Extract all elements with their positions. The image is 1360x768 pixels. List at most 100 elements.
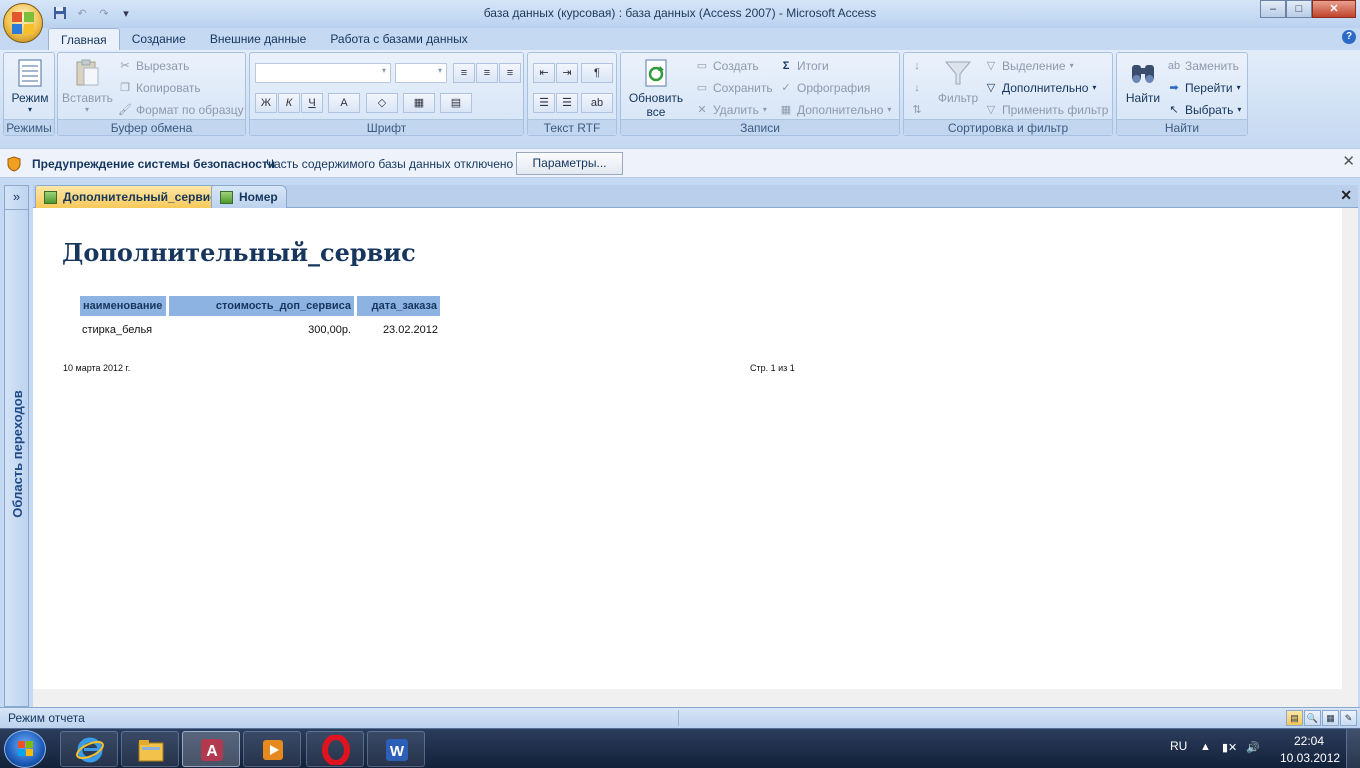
refresh-label-1: Обновить — [628, 91, 684, 105]
group-find: Найти ab Заменить ➡ Перейти ▾ ↖ Выбрать ▾ Най… — [1116, 52, 1248, 136]
underline-button[interactable]: Ч — [301, 93, 323, 113]
paste-icon — [71, 57, 103, 89]
clock-date[interactable]: 10.03.2012 — [1280, 751, 1340, 765]
advanced-filter-button[interactable]: ▽ Дополнительно ▾ — [984, 79, 1097, 97]
view-button[interactable]: Режим ▾ — [9, 57, 51, 114]
alt-fill-button[interactable]: ▤ — [440, 93, 472, 113]
tab-home[interactable]: Главная — [48, 28, 120, 50]
sort-descending-button[interactable]: ↓ — [910, 79, 924, 97]
paragraph-direction-button[interactable]: ¶ — [581, 63, 613, 83]
tab-external-data[interactable]: Внешние данные — [198, 28, 319, 50]
replace-button[interactable]: ab Заменить — [1167, 57, 1239, 75]
brush-icon: 🖌 — [118, 104, 132, 116]
select-label: Выбрать — [1185, 103, 1234, 117]
restore-button[interactable]: □ — [1286, 0, 1312, 18]
clock-time[interactable]: 22:04 — [1294, 734, 1324, 748]
view-icon — [14, 57, 46, 89]
font-name-select[interactable]: ▾ — [255, 63, 391, 83]
format-painter-button[interactable]: 🖌 Формат по образцу — [118, 101, 244, 119]
close-document-icon[interactable]: ✕ — [1340, 187, 1352, 204]
refresh-all-button[interactable]: Обновить все — [625, 57, 687, 119]
fill-bucket-icon: ◇ — [377, 97, 387, 109]
filter-button[interactable]: Фильтр — [936, 57, 980, 105]
apply-filter-button[interactable]: ▽ Применить фильтр — [984, 101, 1109, 119]
sort-ascending-button[interactable]: ↓ — [910, 57, 924, 75]
select-button[interactable]: ↖ Выбрать ▾ — [1167, 101, 1241, 119]
font-color-button[interactable]: A — [328, 93, 360, 113]
numbering-button[interactable]: ☰ — [533, 93, 555, 113]
taskbar-access[interactable]: A — [182, 731, 240, 767]
close-button[interactable]: ✕ — [1312, 0, 1356, 18]
cut-button[interactable]: ✂ Вырезать — [118, 57, 189, 75]
navigation-pane-label[interactable]: Область переходов — [10, 381, 26, 527]
increase-indent-button[interactable]: ⇥ — [556, 63, 578, 83]
doc-tab-additional-service[interactable]: Дополнительный_сервис — [35, 185, 226, 208]
office-button[interactable] — [3, 3, 43, 43]
doc-tab-room[interactable]: Номер — [211, 185, 287, 208]
totals-button[interactable]: Σ Итоги — [779, 57, 829, 75]
layout-view-icon[interactable]: ▦ — [1322, 710, 1339, 726]
tab-database-tools[interactable]: Работа с базами данных — [318, 28, 479, 50]
show-desktop-button[interactable] — [1346, 729, 1360, 768]
copy-button[interactable]: ❐ Копировать — [118, 79, 201, 97]
align-right-button[interactable]: ≡ — [499, 63, 521, 83]
paste-button[interactable]: Вставить ▾ — [62, 57, 113, 114]
language-indicator[interactable]: RU — [1170, 739, 1187, 753]
highlight-button[interactable]: ab — [581, 93, 613, 113]
clear-sort-button[interactable]: ⇅ — [910, 101, 924, 119]
spelling-button[interactable]: ✓ Орфография — [779, 79, 870, 97]
bullets-button[interactable]: ☰ — [556, 93, 578, 113]
arrow-right-icon: ➡ — [1169, 82, 1179, 94]
design-view-icon[interactable]: ✎ — [1340, 710, 1357, 726]
save-record-button[interactable]: ▭ Сохранить — [695, 79, 773, 97]
security-options-button[interactable]: Параметры... — [516, 152, 623, 175]
find-button[interactable]: Найти — [1121, 57, 1165, 105]
show-hidden-icons-icon[interactable]: ▲ — [1200, 741, 1211, 753]
document-tabs: Дополнительный_сервис Номер ✕ — [33, 185, 1358, 208]
group-sort-filter: ↓ ↓ ⇅ Фильтр ▽ Выделение ▾ ▽ Дополнительно ▾… — [903, 52, 1113, 136]
selection-label: Выделение — [1002, 59, 1066, 73]
delete-record-button[interactable]: ✕ Удалить ▾ — [695, 101, 766, 119]
navigation-pane[interactable]: » Область переходов — [4, 185, 29, 707]
help-icon[interactable]: ? — [1342, 30, 1356, 44]
new-record-button[interactable]: ▭ Создать — [695, 57, 759, 75]
report-view-icon[interactable]: ▤ — [1286, 710, 1303, 726]
more-grid-icon: ▦ — [780, 104, 792, 116]
title-bar: ↶ ↷ ▾ база данных (курсовая) : база данн… — [0, 0, 1360, 28]
selection-button[interactable]: ▽ Выделение ▾ — [984, 57, 1074, 75]
taskbar-explorer[interactable] — [121, 731, 179, 767]
goto-button[interactable]: ➡ Перейти ▾ — [1167, 79, 1240, 97]
access-icon: A — [201, 739, 223, 761]
print-preview-icon[interactable]: 🔍 — [1304, 710, 1321, 726]
italic-button[interactable]: К — [278, 93, 300, 113]
taskbar-word[interactable]: W — [367, 731, 425, 767]
windows-logo-icon — [18, 741, 33, 756]
network-icon[interactable]: ▮✕ — [1222, 741, 1237, 754]
expand-nav-button[interactable]: » — [5, 186, 28, 210]
group-records: Обновить все ▭ Создать ▭ Сохранить ✕ Удалит… — [620, 52, 900, 136]
start-button[interactable] — [4, 730, 46, 768]
volume-icon[interactable]: 🔊 — [1246, 741, 1260, 754]
group-clipboard: Вставить ▾ ✂ Вырезать ❐ Копировать 🖌 Формат… — [57, 52, 246, 136]
minimize-button[interactable]: – — [1260, 0, 1286, 18]
align-left-button[interactable]: ≡ — [453, 63, 475, 83]
security-warning-title: Предупреждение системы безопасности — [32, 157, 276, 171]
decrease-indent-button[interactable]: ⇤ — [533, 63, 555, 83]
gridlines-button[interactable]: ▦ — [403, 93, 435, 113]
taskbar-media[interactable] — [243, 731, 301, 767]
group-modes: Режим ▾ Режимы — [3, 52, 55, 136]
more-records-button[interactable]: ▦ Дополнительно ▾ — [779, 101, 892, 119]
taskbar-opera[interactable] — [306, 731, 364, 767]
align-center-button[interactable]: ≡ — [476, 63, 498, 83]
bold-button[interactable]: Ж — [255, 93, 277, 113]
close-icon[interactable]: ✕ — [1342, 152, 1355, 170]
font-size-select[interactable]: ▾ — [395, 63, 447, 83]
alt-fill-icon: ▤ — [450, 97, 462, 109]
taskbar-ie[interactable] — [60, 731, 118, 767]
replace-label: Заменить — [1185, 59, 1239, 73]
paste-label: Вставить — [62, 91, 113, 105]
binoculars-icon — [1127, 57, 1159, 89]
fill-color-button[interactable]: ◇ — [366, 93, 398, 113]
cut-label: Вырезать — [136, 59, 190, 73]
tab-create[interactable]: Создание — [120, 28, 198, 50]
